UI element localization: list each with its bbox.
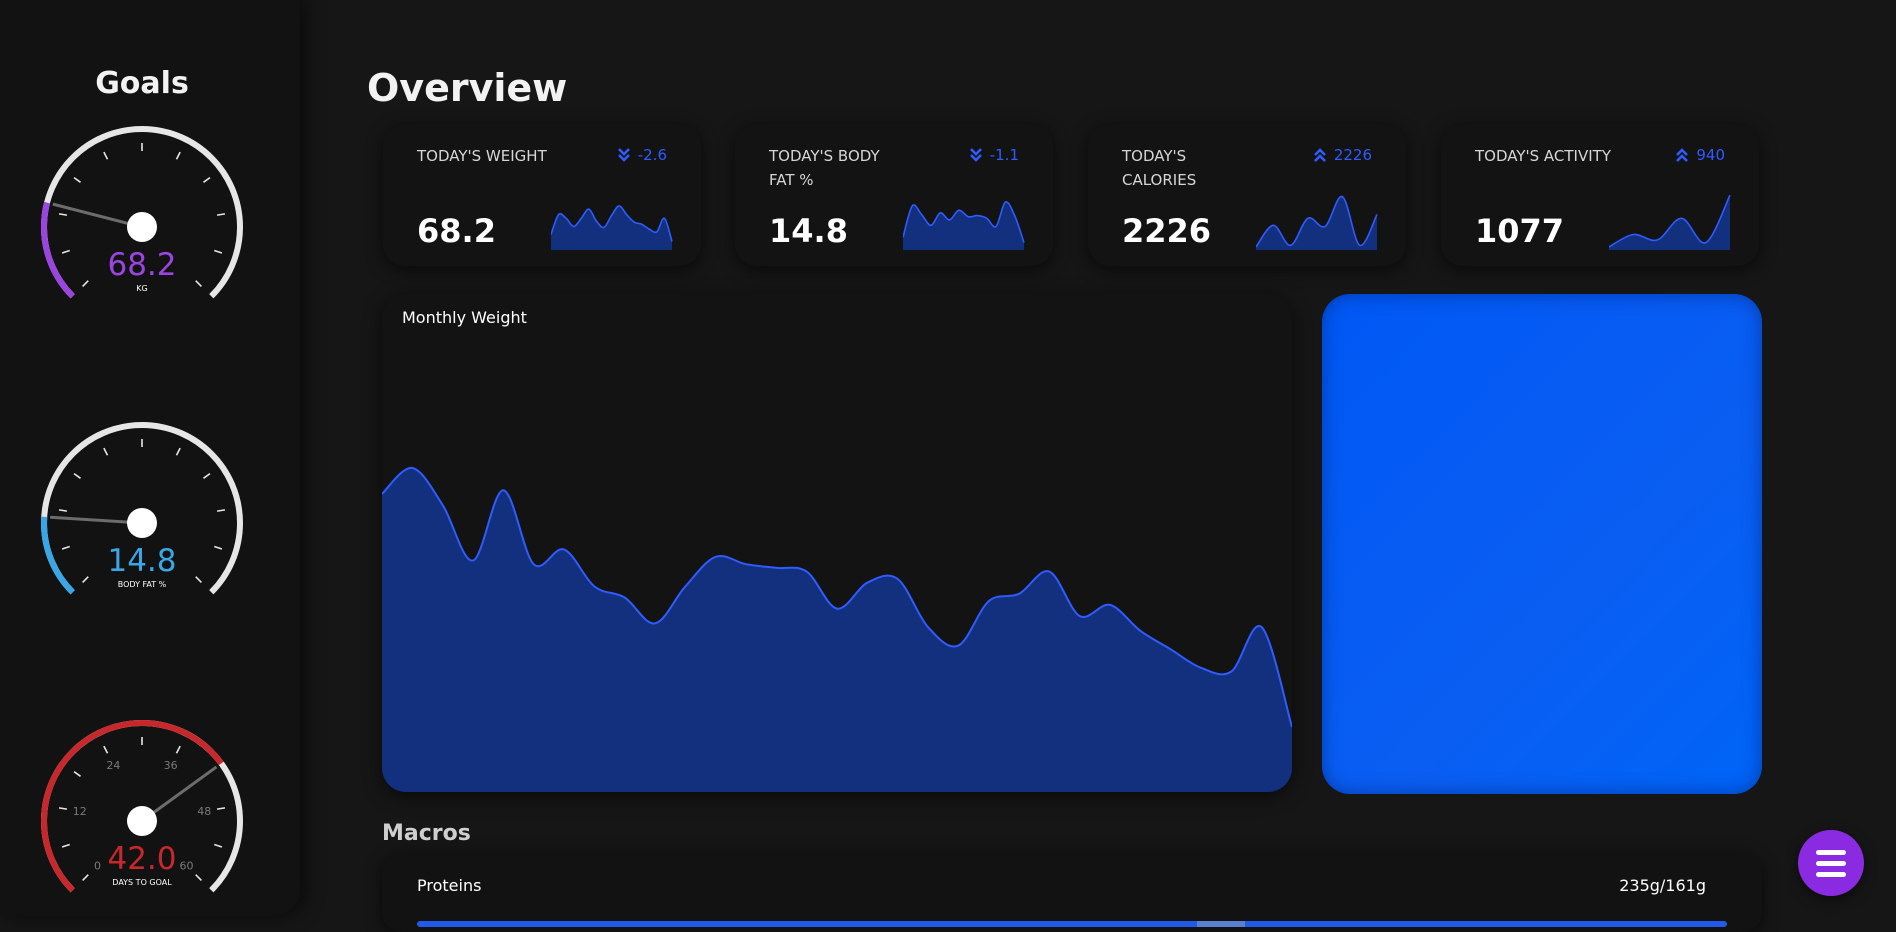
body-fat-gauge: 14.8 BODY FAT %: [34, 418, 250, 604]
double-chevron-down-icon: [617, 148, 630, 162]
monthly-weight-title: Monthly Weight: [402, 308, 527, 327]
body-fat-card-delta: -1.1: [969, 146, 1019, 164]
sparkline-area: [1609, 195, 1730, 250]
activity-card-delta: 940: [1676, 146, 1725, 164]
body-fat-card-label: TODAY'S BODY FAT %: [769, 147, 880, 189]
gauge-tick: [58, 807, 68, 810]
macro-progress-bar: [417, 921, 1727, 927]
activity-card-delta-value: 940: [1696, 146, 1725, 164]
macros-title: Macros: [382, 821, 471, 846]
calories-card-delta-value: 2226: [1333, 146, 1372, 164]
sparkline-area: [903, 201, 1024, 250]
body-fat-gauge-value: 14.8: [107, 543, 177, 579]
body-fat-card[interactable]: TODAY'S BODY FAT % -1.1 14.8: [735, 124, 1053, 266]
body-fat-card-delta-value: -1.1: [989, 146, 1019, 164]
double-chevron-up-icon: [1676, 148, 1689, 162]
gauge-tick: [216, 213, 226, 216]
gauge-tick: [103, 745, 109, 754]
activity-card-value: 1077: [1475, 212, 1565, 250]
days-to-goal-gauge-unit: DAYS TO GOAL: [112, 878, 172, 887]
calories-card[interactable]: TODAY'S CALORIES 2226 2226: [1088, 124, 1406, 266]
weight-gauge-unit: KG: [136, 284, 148, 293]
gauge-tick: [103, 447, 109, 456]
gauge-hub: [127, 212, 157, 242]
macro-progress-knob[interactable]: [1197, 921, 1245, 927]
macro-item: Proteins 235g/161g: [382, 852, 1762, 932]
weight-card-sparkline: [551, 205, 673, 250]
gauge-tick: [175, 447, 181, 456]
activity-card[interactable]: TODAY'S ACTIVITY 940 1077: [1441, 124, 1759, 266]
days-to-goal-gauge-value: 42.0: [107, 841, 177, 877]
page-title: Overview: [367, 66, 568, 110]
calories-card-value: 2226: [1122, 212, 1212, 250]
gauge-hub: [127, 508, 157, 538]
monthly-weight-card: Monthly Weight: [382, 294, 1292, 792]
hamburger-menu-icon: [1816, 847, 1846, 880]
gauge-tick: [73, 176, 81, 183]
gauge-tick: [73, 770, 81, 777]
days-to-goal-gauge: 0 12 24 36 48 60 42.0 DAYS TO GOAL: [34, 716, 250, 902]
weight-card-label: TODAY'S WEIGHT: [417, 147, 547, 165]
gauge-tick-label: 12: [73, 805, 87, 818]
goals-title: Goals: [95, 66, 189, 101]
gauge-tick: [58, 213, 68, 216]
monthly-weight-chart: [382, 466, 1292, 792]
gauge-tick: [203, 176, 211, 183]
gauge-tick-label: 24: [106, 759, 120, 772]
calories-card-label: TODAY'S CALORIES: [1122, 147, 1197, 189]
calories-card-sparkline: [1256, 195, 1378, 250]
weight-card[interactable]: TODAY'S WEIGHT -2.6 68.2: [383, 124, 701, 266]
gauge-tick: [203, 472, 211, 479]
activity-card-label: TODAY'S ACTIVITY: [1475, 147, 1611, 165]
blue-panel: [1322, 294, 1762, 794]
gauge-tick: [216, 807, 226, 810]
weight-card-value: 68.2: [417, 212, 496, 250]
gauge-tick: [175, 745, 181, 754]
gauge-tick: [58, 509, 68, 512]
gauge-tick-label: 36: [164, 759, 178, 772]
double-chevron-down-icon: [969, 148, 982, 162]
calories-card-delta: 2226: [1313, 146, 1372, 164]
gauge-hub: [127, 806, 157, 836]
gauge-tick: [216, 509, 226, 512]
weight-card-delta-value: -2.6: [637, 146, 667, 164]
weight-gauge-value: 68.2: [107, 247, 177, 283]
goals-sidebar: Goals 68.2 KG 14.8 BODY FAT % 0 12 24 36 48 6…: [0, 0, 300, 916]
body-fat-gauge-unit: BODY FAT %: [117, 580, 167, 589]
weight-area: [382, 467, 1292, 792]
body-fat-card-value: 14.8: [769, 212, 848, 250]
gauge-tick: [103, 151, 109, 160]
activity-card-sparkline: [1609, 194, 1731, 250]
gauge-tick-label: 48: [197, 805, 211, 818]
body-fat-card-sparkline: [903, 201, 1025, 250]
menu-button[interactable]: [1798, 830, 1864, 896]
weight-card-delta: -2.6: [617, 146, 667, 164]
sparkline-area: [551, 205, 672, 250]
weight-gauge: 68.2 KG: [34, 122, 250, 308]
gauge-tick: [175, 151, 181, 160]
macro-amount: 235g/161g: [1619, 876, 1706, 895]
double-chevron-up-icon: [1313, 148, 1326, 162]
gauge-tick: [73, 472, 81, 479]
macro-name: Proteins: [417, 876, 482, 895]
